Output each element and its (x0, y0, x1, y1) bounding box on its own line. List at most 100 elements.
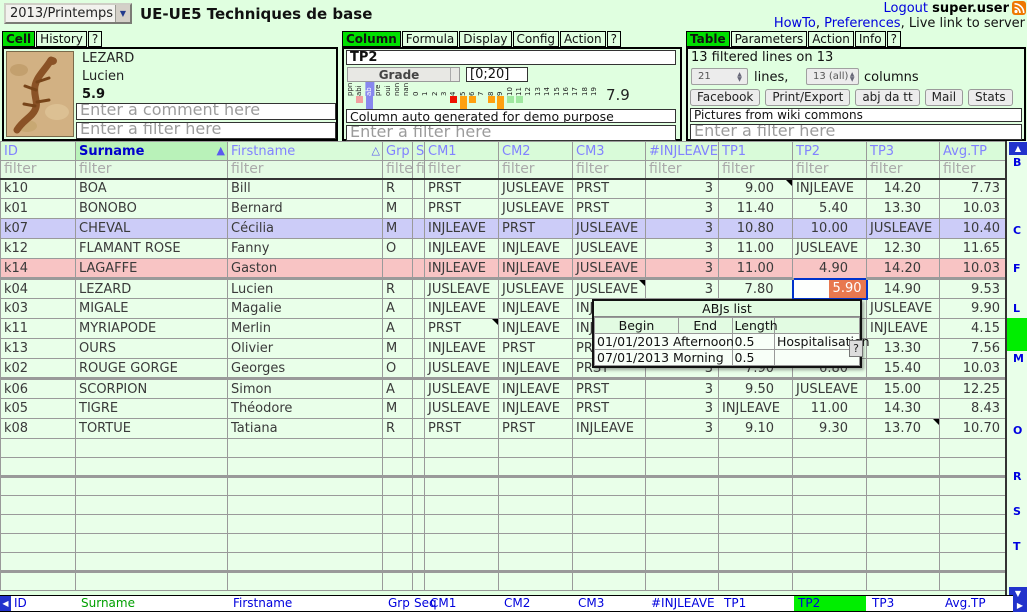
empty-cell[interactable] (646, 439, 719, 458)
empty-cell[interactable] (793, 553, 867, 572)
cell-ninjleave-k01[interactable]: 3 (646, 199, 719, 219)
filter-input-cm2[interactable]: filter (499, 161, 573, 179)
cell-avgtp-k04[interactable]: 9.53 (940, 279, 1006, 299)
empty-cell[interactable] (719, 439, 793, 458)
empty-cell[interactable] (940, 477, 1006, 496)
empty-cell[interactable] (793, 572, 867, 591)
cell-id-k10[interactable]: k10 (1, 179, 76, 199)
cell-cm1-k06[interactable]: JUSLEAVE (425, 379, 499, 399)
cell-tp3-k02[interactable]: 15.40 (867, 359, 940, 379)
cell-avgtp-k13[interactable]: 7.56 (940, 339, 1006, 359)
empty-cell[interactable] (867, 534, 940, 553)
cell-surname-k11[interactable]: MYRIAPODE (76, 319, 228, 339)
cell-surname-k04[interactable]: LEZARD (76, 279, 228, 299)
abj-da-tt-button[interactable]: abj da tt (855, 89, 919, 106)
empty-cell[interactable] (499, 553, 573, 572)
empty-cell[interactable] (646, 496, 719, 515)
cell-cm3-k01[interactable]: PRST (573, 199, 646, 219)
cell-seq-k03[interactable] (413, 299, 425, 319)
empty-cell[interactable] (425, 572, 499, 591)
cell-cm2-k06[interactable]: INJLEAVE (499, 379, 573, 399)
column-description-input[interactable] (346, 109, 676, 123)
cell-seq-k10[interactable] (413, 179, 425, 199)
table-row-k08[interactable]: k08TORTUETatianaRPRSTPRSTINJLEAVE39.109.… (1, 419, 1006, 439)
empty-cell[interactable] (383, 572, 413, 591)
cell-firstname-k04[interactable]: Lucien (228, 279, 383, 299)
cell-grp-k12[interactable]: O (383, 239, 413, 259)
empty-cell[interactable] (940, 553, 1006, 572)
empty-cell[interactable] (1, 439, 76, 458)
column-range-input[interactable] (466, 67, 528, 82)
empty-cell[interactable] (413, 496, 425, 515)
cell-cm1-k04[interactable]: JUSLEAVE (425, 279, 499, 299)
cell-filter-input[interactable] (76, 122, 336, 139)
cell-cm3-k10[interactable]: PRST (573, 179, 646, 199)
column-header-seq[interactable]: S (413, 142, 425, 161)
cell-seq-k02[interactable] (413, 359, 425, 379)
cell-ninjleave-k12[interactable]: 3 (646, 239, 719, 259)
empty-cell[interactable] (1, 477, 76, 496)
cell-tp2-k01[interactable]: 5.40 (793, 199, 867, 219)
stats-button[interactable]: Stats (968, 89, 1013, 106)
empty-cell[interactable] (940, 572, 1006, 591)
empty-cell[interactable] (793, 439, 867, 458)
column-tab-config[interactable]: Config (513, 31, 560, 47)
cell-surname-k01[interactable]: BONOBO (76, 199, 228, 219)
cell-tp3-k06[interactable]: 15.00 (867, 379, 940, 399)
empty-cell[interactable] (413, 534, 425, 553)
empty-cell[interactable] (573, 572, 646, 591)
filter-input-tp3[interactable]: filter (867, 161, 940, 179)
empty-cell[interactable] (646, 534, 719, 553)
cell-tp3-k10[interactable]: 14.20 (867, 179, 940, 199)
alpha-link-B[interactable]: B (1013, 156, 1021, 169)
cell-firstname-k02[interactable]: Georges (228, 359, 383, 379)
empty-cell[interactable] (719, 553, 793, 572)
cell-firstname-k03[interactable]: Magalie (228, 299, 383, 319)
cell-cm1-k02[interactable]: JUSLEAVE (425, 359, 499, 379)
cell-tp2-k06[interactable]: JUSLEAVE (793, 379, 867, 399)
empty-cell[interactable] (499, 515, 573, 534)
cell-id-k06[interactable]: k06 (1, 379, 76, 399)
empty-cell[interactable] (383, 439, 413, 458)
empty-cell[interactable] (499, 439, 573, 458)
empty-cell[interactable] (383, 553, 413, 572)
popup-help-button[interactable]: ? (849, 340, 863, 357)
spinner-arrows-icon[interactable]: ▲▼ (734, 72, 747, 82)
empty-cell[interactable] (793, 496, 867, 515)
cell-grp-k08[interactable]: R (383, 419, 413, 439)
empty-cell[interactable] (1, 553, 76, 572)
cell-tp3-k07[interactable]: JUSLEAVE (867, 219, 940, 239)
empty-cell[interactable] (499, 458, 573, 477)
empty-cell[interactable] (228, 439, 383, 458)
cell-surname-k03[interactable]: MIGALE (76, 299, 228, 319)
empty-cell[interactable] (719, 458, 793, 477)
bottom-col-tp2[interactable]: TP2 (798, 596, 820, 611)
empty-cell[interactable] (646, 553, 719, 572)
cell-firstname-k07[interactable]: Cécilia (228, 219, 383, 239)
column-tab--[interactable]: ? (607, 31, 621, 47)
cell-cm2-k07[interactable]: PRST (499, 219, 573, 239)
cell-cm2-k04[interactable]: JUSLEAVE (499, 279, 573, 299)
column-header-firstname[interactable]: △Firstname (228, 142, 383, 161)
cell-cm1-k12[interactable]: INJLEAVE (425, 239, 499, 259)
cell-ninjleave-k05[interactable]: 3 (646, 399, 719, 419)
logout-link[interactable]: Logout (884, 1, 929, 16)
empty-cell[interactable] (940, 534, 1006, 553)
cell-grp-k07[interactable]: M (383, 219, 413, 239)
cell-ninjleave-k14[interactable]: 3 (646, 259, 719, 279)
cell-seq-k14[interactable] (413, 259, 425, 279)
empty-cell[interactable] (413, 515, 425, 534)
cell-grp-k10[interactable]: R (383, 179, 413, 199)
empty-cell[interactable] (425, 534, 499, 553)
empty-cell[interactable] (413, 572, 425, 591)
empty-cell[interactable] (1, 496, 76, 515)
empty-cell[interactable] (1, 515, 76, 534)
cell-tp1-k08[interactable]: 9.10 (719, 419, 793, 439)
cell-ninjleave-k04[interactable]: 3 (646, 279, 719, 299)
filter-input-tp2[interactable]: filter (793, 161, 867, 179)
empty-cell[interactable] (383, 515, 413, 534)
filter-input-id[interactable]: filter (1, 161, 76, 179)
bottom-col-cm3[interactable]: CM3 (578, 596, 604, 611)
empty-cell[interactable] (719, 572, 793, 591)
table-row-k07[interactable]: k07CHEVALCéciliaMINJLEAVEPRSTJUSLEAVE310… (1, 219, 1006, 239)
